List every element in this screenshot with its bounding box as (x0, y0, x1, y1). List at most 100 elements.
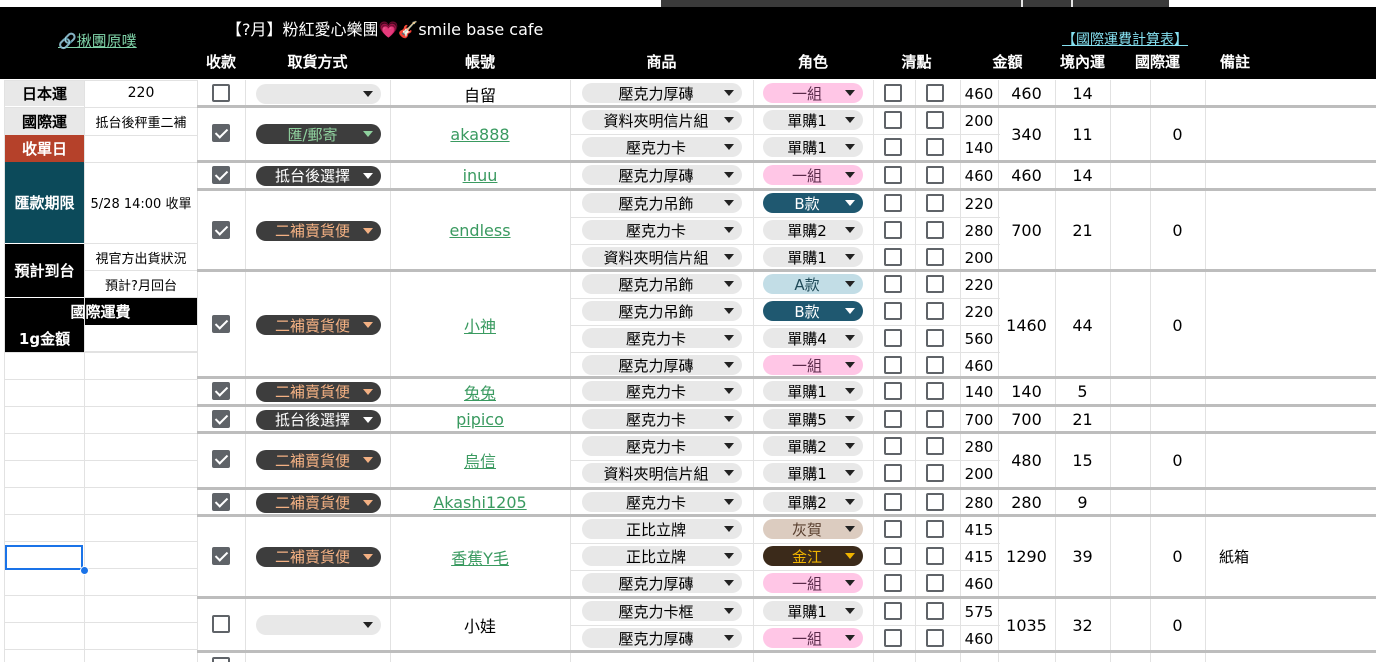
product-dropdown[interactable]: 壓克力卡 (582, 137, 742, 157)
product-dropdown[interactable]: 正比立牌 (582, 546, 742, 566)
count-checkbox-1[interactable] (884, 275, 902, 293)
account-name[interactable]: 兔兔 (390, 380, 570, 404)
product-dropdown[interactable]: 壓克力吊飾 (582, 301, 742, 321)
product-dropdown[interactable]: 正比立牌 (582, 519, 742, 539)
count-checkbox-2[interactable] (926, 248, 944, 266)
pickup-dropdown[interactable]: 抵台後選擇 (256, 409, 381, 430)
role-dropdown[interactable]: 單購2 (763, 492, 863, 512)
account-name[interactable]: endless (390, 219, 570, 243)
role-dropdown[interactable]: 單購1 (763, 110, 863, 130)
product-dropdown[interactable]: 壓克力卡 (582, 409, 742, 429)
paid-checkbox[interactable] (212, 615, 230, 633)
count-checkbox-2[interactable] (926, 356, 944, 374)
pickup-dropdown[interactable]: 二補賣貨便 (256, 492, 381, 513)
product-dropdown[interactable]: 壓克力厚磚 (582, 573, 742, 593)
count-checkbox-2[interactable] (926, 329, 944, 347)
count-checkbox-2[interactable] (926, 382, 944, 400)
product-dropdown[interactable]: 壓克力卡 (582, 220, 742, 240)
pickup-dropdown[interactable]: 二補賣貨便 (256, 220, 381, 241)
product-dropdown[interactable]: 壓克力卡 (582, 381, 742, 401)
count-checkbox-2[interactable] (926, 111, 944, 129)
selected-cell[interactable] (5, 545, 83, 570)
paid-checkbox[interactable] (212, 220, 230, 239)
account-name[interactable]: Akashi1205 (390, 491, 570, 515)
role-dropdown[interactable]: 一組 (763, 573, 863, 593)
role-dropdown[interactable]: 灰賀 (763, 519, 863, 539)
product-dropdown[interactable]: 資料夾明信片組 (582, 110, 742, 130)
product-dropdown[interactable]: 壓克力厚磚 (582, 165, 742, 185)
pickup-dropdown[interactable]: 匯/郵寄 (256, 124, 381, 144)
pickup-dropdown[interactable]: 二補賣貨便 (256, 546, 381, 567)
count-checkbox-1[interactable] (884, 493, 902, 511)
product-dropdown[interactable]: 壓克力吊飾 (582, 274, 742, 294)
paid-checkbox[interactable] (212, 657, 230, 662)
count-checkbox-1[interactable] (884, 382, 902, 400)
count-checkbox-1[interactable] (884, 547, 902, 565)
paid-checkbox[interactable] (212, 165, 230, 184)
count-checkbox-1[interactable] (884, 84, 902, 102)
account-name[interactable]: 小神 (390, 313, 570, 337)
account-name[interactable]: 烏信 (390, 448, 570, 472)
count-checkbox-1[interactable] (884, 356, 902, 374)
paid-checkbox[interactable] (212, 450, 230, 468)
role-dropdown[interactable]: B款 (763, 193, 863, 213)
role-dropdown[interactable]: B款 (763, 301, 863, 321)
count-checkbox-2[interactable] (926, 84, 944, 102)
count-checkbox-2[interactable] (926, 629, 944, 647)
role-dropdown[interactable]: 單購1 (763, 463, 863, 483)
product-dropdown[interactable]: 資料夾明信片組 (582, 247, 742, 267)
role-dropdown[interactable]: 一組 (763, 355, 863, 375)
count-checkbox-2[interactable] (926, 166, 944, 184)
count-checkbox-1[interactable] (884, 629, 902, 647)
count-checkbox-2[interactable] (926, 410, 944, 428)
paid-checkbox[interactable] (212, 315, 230, 333)
count-checkbox-1[interactable] (884, 194, 902, 212)
product-dropdown[interactable]: 壓克力卡 (582, 328, 742, 348)
original-post-link[interactable]: 🔗揪團原噗 (58, 30, 137, 51)
role-dropdown[interactable]: 一組 (763, 165, 863, 185)
role-dropdown[interactable]: 單購2 (763, 220, 863, 240)
account-name[interactable]: inuu (390, 164, 570, 188)
role-dropdown[interactable]: 單購2 (763, 436, 863, 456)
role-dropdown[interactable]: 一組 (763, 628, 863, 648)
account-name[interactable]: 香蕉Y毛 (390, 545, 570, 569)
count-checkbox-1[interactable] (884, 574, 902, 592)
count-checkbox-1[interactable] (884, 437, 902, 455)
product-dropdown[interactable]: 壓克力卡 (582, 436, 742, 456)
count-checkbox-1[interactable] (884, 166, 902, 184)
account-name[interactable]: pipico (390, 408, 570, 432)
pickup-dropdown[interactable]: 二補賣貨便 (256, 315, 381, 335)
count-checkbox-2[interactable] (926, 437, 944, 455)
product-dropdown[interactable]: 壓克力吊飾 (582, 193, 742, 213)
paid-checkbox[interactable] (212, 83, 230, 102)
count-checkbox-2[interactable] (926, 602, 944, 620)
count-checkbox-1[interactable] (884, 410, 902, 428)
count-checkbox-1[interactable] (884, 602, 902, 620)
paid-checkbox[interactable] (212, 409, 230, 428)
role-dropdown[interactable]: 單購1 (763, 601, 863, 621)
count-checkbox-1[interactable] (884, 221, 902, 239)
count-checkbox-1[interactable] (884, 464, 902, 482)
count-checkbox-2[interactable] (926, 493, 944, 511)
count-checkbox-2[interactable] (926, 138, 944, 156)
product-dropdown[interactable]: 資料夾明信片組 (582, 463, 742, 483)
paid-checkbox[interactable] (212, 492, 230, 511)
pickup-dropdown[interactable] (256, 83, 381, 104)
count-checkbox-2[interactable] (926, 574, 944, 592)
paid-checkbox[interactable] (212, 546, 230, 565)
count-checkbox-2[interactable] (926, 302, 944, 320)
role-dropdown[interactable]: 單購4 (763, 328, 863, 348)
pickup-dropdown[interactable] (256, 615, 381, 635)
role-dropdown[interactable]: 金江 (763, 546, 863, 566)
count-checkbox-1[interactable] (884, 138, 902, 156)
product-dropdown[interactable]: 壓克力厚磚 (582, 83, 742, 103)
role-dropdown[interactable]: 單購1 (763, 247, 863, 267)
role-dropdown[interactable]: 單購1 (763, 137, 863, 157)
intl-shipping-calc-link[interactable]: 【國際運費計算表】 (1062, 29, 1188, 49)
count-checkbox-2[interactable] (926, 547, 944, 565)
count-checkbox-2[interactable] (926, 221, 944, 239)
count-checkbox-1[interactable] (884, 302, 902, 320)
product-dropdown[interactable]: 壓克力卡 (582, 492, 742, 512)
pickup-dropdown[interactable]: 抵台後選擇 (256, 165, 381, 186)
product-dropdown[interactable]: 壓克力厚磚 (582, 355, 742, 375)
